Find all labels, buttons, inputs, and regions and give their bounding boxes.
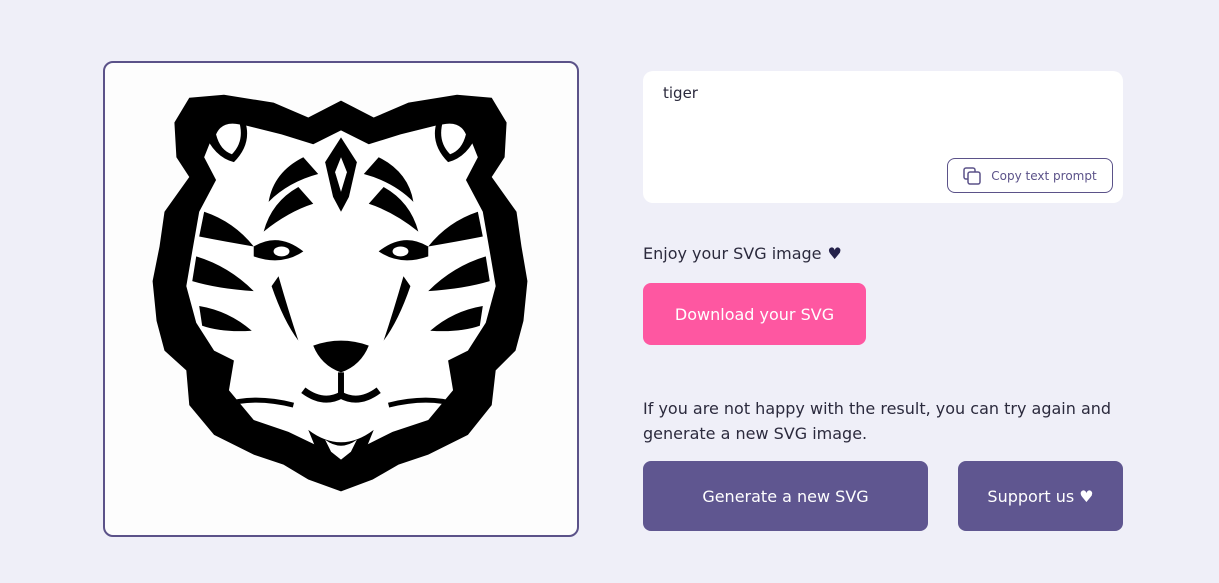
support-label: Support us — [987, 486, 1075, 506]
copy-prompt-label: Copy text prompt — [991, 168, 1097, 183]
generate-new-svg-button[interactable]: Generate a new SVG — [643, 461, 928, 531]
copy-prompt-button[interactable]: Copy text prompt — [947, 158, 1113, 193]
enjoy-text: Enjoy your SVG image — [643, 244, 822, 263]
generated-image-card — [103, 61, 579, 537]
download-svg-button[interactable]: Download your SVG — [643, 283, 866, 345]
heart-icon: ♥ — [1079, 486, 1094, 506]
tiger-image — [152, 94, 528, 492]
enjoy-message: Enjoy your SVG image ♥ — [643, 244, 842, 263]
retry-message: If you are not happy with the result, yo… — [643, 399, 1112, 443]
page: tiger Copy text prompt Enjoy your SVG im… — [0, 0, 1219, 583]
prompt-box: tiger Copy text prompt — [643, 71, 1123, 203]
copy-icon — [963, 166, 982, 185]
heart-icon: ♥ — [827, 244, 842, 263]
support-us-button[interactable]: Support us ♥ — [958, 461, 1123, 531]
prompt-text: tiger — [663, 84, 698, 102]
